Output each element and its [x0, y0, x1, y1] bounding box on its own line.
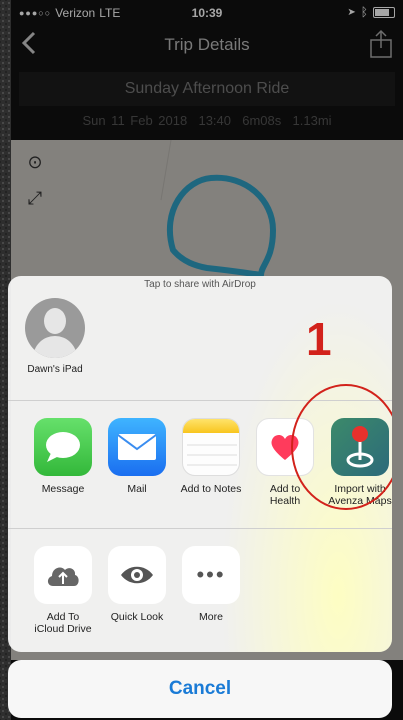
cancel-button[interactable]: Cancel: [8, 660, 392, 718]
share-app-mail[interactable]: Mail: [100, 418, 174, 495]
share-action-more[interactable]: ••• More: [174, 546, 248, 623]
share-action-quick-look[interactable]: Quick Look: [100, 546, 174, 623]
icloud-upload-icon: [34, 546, 92, 604]
app-label: Message: [41, 483, 85, 495]
annotation-circle: [291, 384, 392, 510]
action-label: More: [199, 611, 223, 623]
app-label: Mail: [127, 483, 147, 495]
annotation-number: 1: [306, 313, 332, 365]
avatar: [25, 298, 85, 358]
app-label: Add to Notes: [180, 483, 242, 495]
more-icon: •••: [182, 546, 240, 604]
airdrop-hint: Tap to share with AirDrop: [144, 279, 256, 290]
action-label: Quick Look: [110, 611, 164, 623]
notes-icon: [182, 418, 240, 476]
action-label: Add To iCloud Drive: [34, 611, 92, 635]
share-sheet: Tap to share with AirDrop Dawn's iPad 1 …: [8, 276, 392, 652]
airdrop-contact[interactable]: Dawn's iPad: [16, 298, 94, 375]
mail-icon: [108, 418, 166, 476]
airdrop-contact-name: Dawn's iPad: [27, 364, 83, 375]
message-icon: [34, 418, 92, 476]
share-action-icloud-drive[interactable]: Add To iCloud Drive: [26, 546, 100, 635]
share-app-notes[interactable]: Add to Notes: [174, 418, 248, 495]
divider: [8, 528, 392, 529]
eye-icon: [108, 546, 166, 604]
share-app-message[interactable]: Message: [26, 418, 100, 495]
